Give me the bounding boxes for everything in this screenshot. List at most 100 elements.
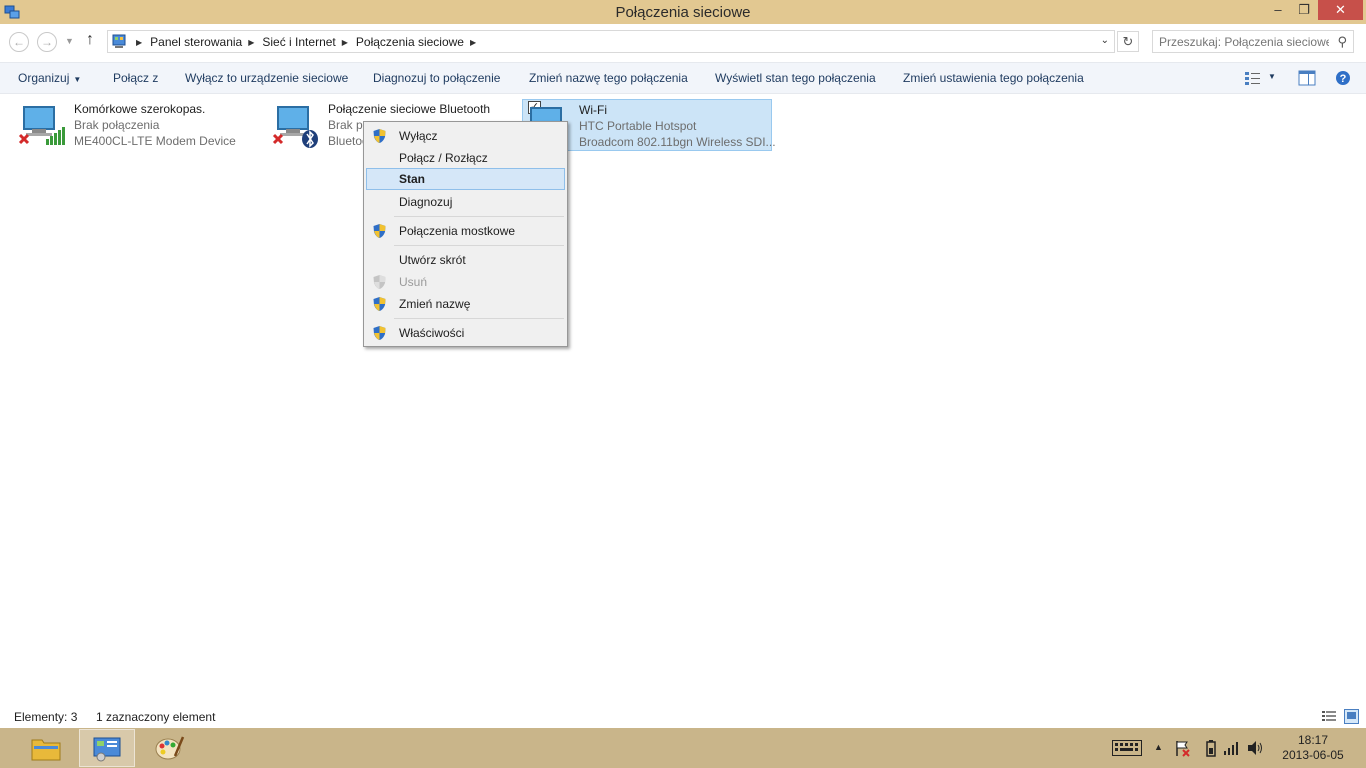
taskbar: ▲ 18:17 2013-06-05 xyxy=(0,728,1366,768)
connection-item-mobile[interactable]: Komórkowe szerokopas. Brak połączenia ME… xyxy=(4,99,254,151)
shield-icon xyxy=(373,326,386,340)
item-count: Elementy: 3 xyxy=(14,710,78,724)
chevron-down-icon: ▼ xyxy=(73,75,82,84)
clock-date: 2013-06-05 xyxy=(1282,748,1344,762)
menu-item-label: Wyłącz xyxy=(399,129,438,143)
chevron-up-icon: ▲ xyxy=(1154,742,1163,752)
menu-item-properties[interactable]: Właściwości xyxy=(366,322,565,344)
address-bar[interactable]: ▶ Panel sterowania ▶ Sieć i Internet ▶ P… xyxy=(107,30,1115,53)
menu-item-create-shortcut[interactable]: Utwórz skrót xyxy=(366,249,565,271)
connection-device: ME400CL-LTE Modem Device xyxy=(74,134,236,148)
menu-item-label: Usuń xyxy=(399,275,428,289)
large-icons-view-icon[interactable] xyxy=(1344,709,1359,724)
paint-palette-icon xyxy=(155,736,185,760)
disable-device-button[interactable]: Wyłącz to urządzenie sieciowe xyxy=(185,71,348,85)
chevron-right-icon[interactable]: ▶ xyxy=(136,38,142,47)
connection-name: Komórkowe szerokopas. xyxy=(74,102,206,116)
signal-strength-icon[interactable] xyxy=(1223,740,1241,756)
address-dropdown-button[interactable]: ⌄ xyxy=(1101,35,1109,46)
taskbar-paint[interactable] xyxy=(141,729,197,767)
menu-item-disable[interactable]: Wyłącz xyxy=(366,125,565,147)
menu-item-label: Połączenia mostkowe xyxy=(399,224,516,238)
up-button[interactable]: ↑ xyxy=(86,31,94,49)
show-hidden-icons-button[interactable]: ▲ xyxy=(1154,742,1163,752)
organize-button[interactable]: Organizuj ▼ xyxy=(18,71,81,85)
breadcrumb-network-connections[interactable]: Połączenia sieciowe xyxy=(356,35,464,49)
chevron-down-icon: ▼ xyxy=(65,36,74,46)
arrow-left-icon: ← xyxy=(13,35,25,49)
volume-icon[interactable] xyxy=(1247,740,1265,756)
rename-connection-button[interactable]: Zmień nazwę tego połączenia xyxy=(529,71,688,85)
shield-icon xyxy=(373,297,386,311)
change-view-icon[interactable] xyxy=(1244,70,1262,86)
connect-to-button[interactable]: Połącz z xyxy=(113,71,158,85)
diagnose-connection-button[interactable]: Diagnozuj to połączenie xyxy=(373,71,500,85)
window-title: Połączenia sieciowe xyxy=(615,4,751,21)
address-row: ← → ▼ ↑ ▶ Panel sterowania ▶ Sieć i Inte… xyxy=(0,24,1366,58)
menu-item-diagnose[interactable]: Diagnozuj xyxy=(366,191,565,213)
arrow-right-icon: → xyxy=(41,35,53,49)
context-menu: Wyłącz Połącz / Rozłącz Stan Diagnozuj P… xyxy=(363,121,568,347)
network-adapter-icon xyxy=(272,106,318,148)
menu-separator xyxy=(394,245,564,246)
chevron-right-icon[interactable]: ▶ xyxy=(470,38,476,47)
menu-item-rename[interactable]: Zmień nazwę xyxy=(366,293,565,315)
view-status-button[interactable]: Wyświetl stan tego połączenia xyxy=(715,71,876,85)
control-panel-icon xyxy=(93,737,121,762)
menu-item-label: Stan xyxy=(399,172,426,186)
shield-icon xyxy=(373,224,386,238)
connection-name: Połączenie sieciowe Bluetooth xyxy=(328,102,491,116)
menu-item-label: Właściwości xyxy=(399,326,465,340)
details-view-icon[interactable] xyxy=(1322,710,1336,723)
menu-item-label: Utwórz skrót xyxy=(399,253,466,267)
chevron-right-icon[interactable]: ▶ xyxy=(248,38,254,47)
menu-item-delete: Usuń xyxy=(366,271,565,293)
refresh-button[interactable]: ↻ xyxy=(1117,31,1139,52)
forward-button[interactable]: → xyxy=(37,32,57,52)
taskbar-control-panel[interactable] xyxy=(79,729,135,767)
command-bar: Organizuj ▼ Połącz z Wyłącz to urządzenie… xyxy=(0,62,1366,94)
breadcrumb-control-panel[interactable]: Panel sterowania xyxy=(150,35,242,49)
menu-item-label: Diagnozuj xyxy=(399,195,453,209)
network-adapter-icon xyxy=(18,106,65,145)
arrow-up-icon: ↑ xyxy=(86,31,94,48)
chevron-down-icon: ⌄ xyxy=(1100,35,1109,46)
menu-separator xyxy=(394,318,564,319)
maximize-button[interactable]: ❐ xyxy=(1291,0,1317,20)
connection-status: HTC Portable Hotspot xyxy=(579,119,697,133)
folder-icon xyxy=(31,739,61,761)
view-options-dropdown[interactable]: ▼ xyxy=(1268,72,1276,81)
back-button[interactable]: ← xyxy=(9,32,29,52)
close-button[interactable]: ✕ xyxy=(1318,0,1363,20)
search-input[interactable] xyxy=(1159,32,1329,52)
svg-text:?: ? xyxy=(1340,73,1347,85)
chevron-down-icon: ▼ xyxy=(1268,72,1276,81)
change-settings-button[interactable]: Zmień ustawienia tego połączenia xyxy=(903,71,1084,85)
battery-icon[interactable] xyxy=(1206,740,1216,757)
menu-item-bridge-connections[interactable]: Połączenia mostkowe xyxy=(366,220,565,242)
connection-name: Wi-Fi xyxy=(579,103,607,117)
title-bar: Połączenia sieciowe – ❐ ✕ xyxy=(0,0,1366,24)
connection-device: Broadcom 802.11bgn Wireless SDI... xyxy=(579,135,776,149)
connection-status: Brak połączenia xyxy=(74,118,160,132)
minimize-button[interactable]: – xyxy=(1265,0,1291,20)
clock[interactable]: 18:17 2013-06-05 xyxy=(1280,733,1346,763)
search-icon[interactable]: ⚲ xyxy=(1337,34,1347,50)
refresh-icon: ↻ xyxy=(1122,34,1134,49)
breadcrumb-network-internet[interactable]: Sieć i Internet xyxy=(262,35,335,49)
menu-item-connect-disconnect[interactable]: Połącz / Rozłącz xyxy=(366,147,565,169)
search-box[interactable]: ⚲ xyxy=(1152,30,1354,53)
help-icon[interactable]: ? xyxy=(1334,70,1352,86)
taskbar-file-explorer[interactable] xyxy=(18,729,74,767)
menu-item-status[interactable]: Stan xyxy=(366,168,565,190)
touch-keyboard-icon[interactable] xyxy=(1112,740,1142,756)
shield-icon xyxy=(373,275,386,289)
preview-pane-icon[interactable] xyxy=(1298,70,1316,86)
shield-icon xyxy=(373,129,386,143)
chevron-right-icon[interactable]: ▶ xyxy=(342,38,348,47)
organize-label: Organizuj xyxy=(18,71,70,85)
action-center-flag-icon[interactable] xyxy=(1175,740,1191,757)
recent-locations-button[interactable]: ▼ xyxy=(65,36,74,46)
menu-item-label: Połącz / Rozłącz xyxy=(399,151,488,165)
breadcrumb: ▶ Panel sterowania ▶ Sieć i Internet ▶ P… xyxy=(130,35,484,49)
